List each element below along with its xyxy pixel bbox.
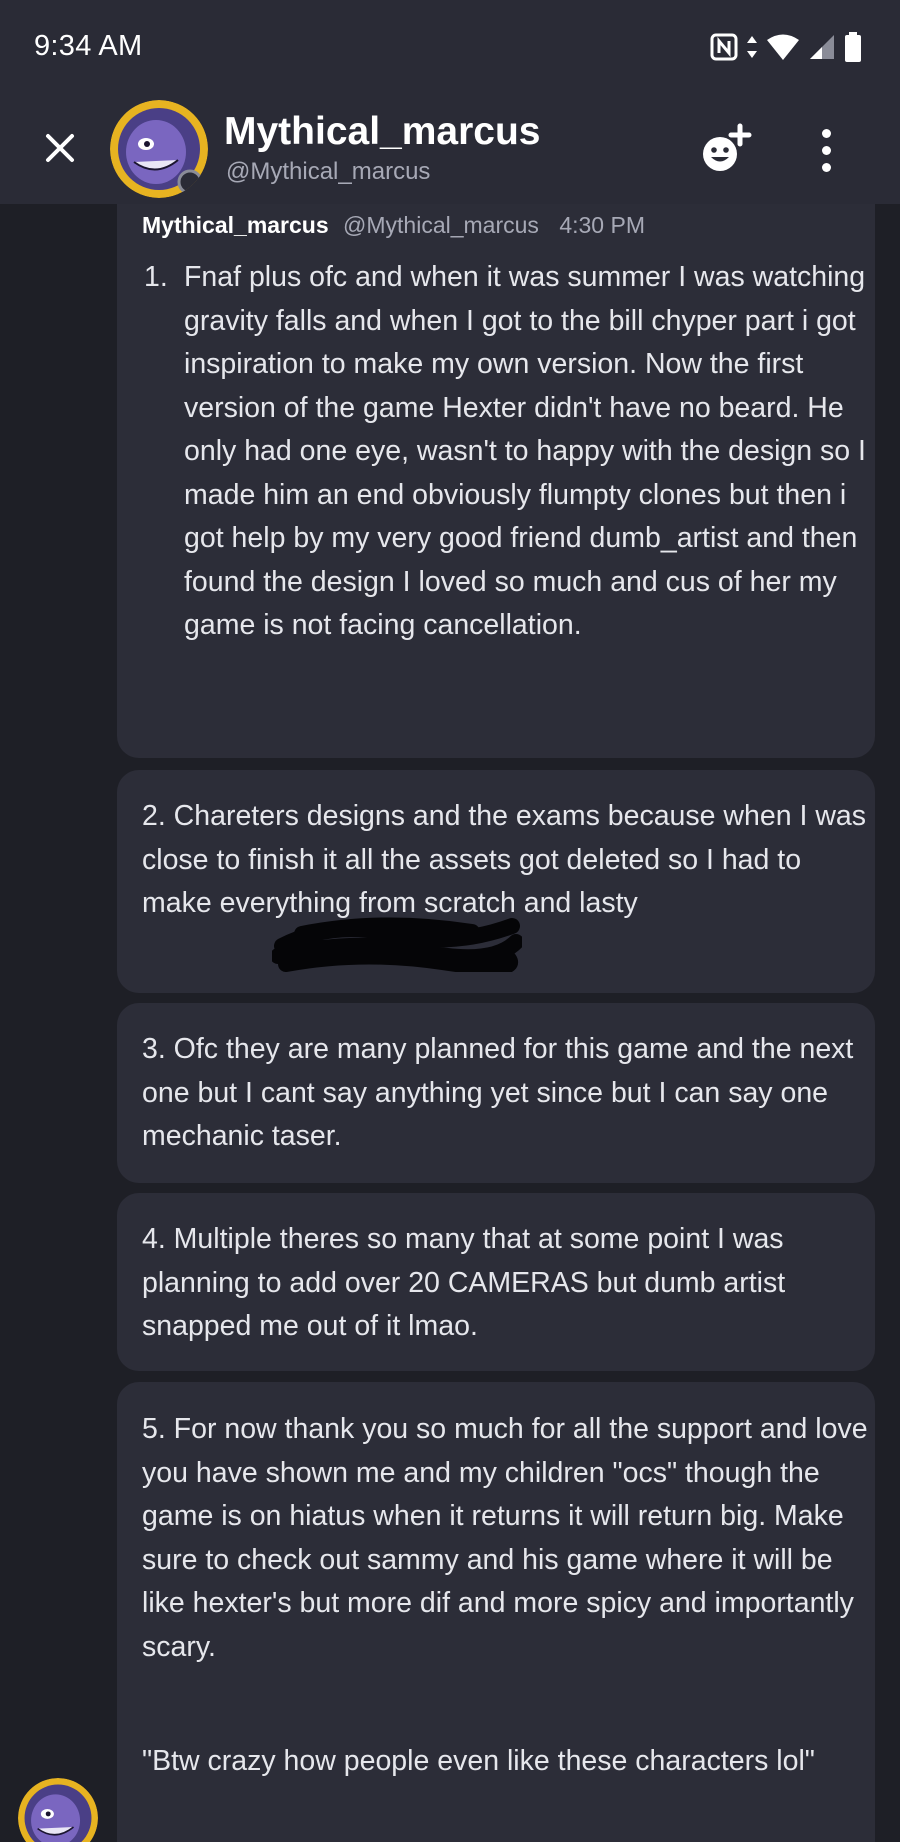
message-item-2: 2. Chareters designs and the exams becau… — [142, 800, 866, 919]
add-reaction-button[interactable] — [696, 120, 756, 180]
message-handle: @Mythical_marcus — [343, 212, 539, 238]
signal-icon — [810, 35, 834, 59]
message-avatar[interactable] — [18, 1778, 98, 1842]
status-time: 9:34 AM — [34, 30, 143, 62]
avatar[interactable] — [110, 100, 208, 198]
chat-header: Mythical_marcus @Mythical_marcus — [0, 100, 900, 204]
message-quote: "Btw crazy how people even like these ch… — [142, 1745, 815, 1777]
add-reaction-icon — [703, 123, 752, 171]
message-item-3: 3. Ofc they are many planned for this ga… — [142, 1033, 854, 1152]
nfc-icon — [710, 33, 738, 61]
status-bar: 9:34 AM — [0, 0, 900, 100]
message-meta: Mythical_marcus @Mythical_marcus 4:30 PM — [142, 212, 645, 239]
avatar-image-small — [18, 1778, 98, 1842]
close-button[interactable] — [36, 124, 84, 172]
avatar-image — [110, 100, 208, 198]
wifi-icon — [767, 34, 799, 60]
message-text: Fnaf plus ofc and when it was summer I w… — [184, 261, 866, 641]
page-subtitle: @Mythical_marcus — [226, 158, 431, 185]
more-options-icon — [821, 128, 831, 138]
close-icon — [46, 134, 74, 162]
data-arrows-icon — [747, 36, 757, 58]
more-options-button[interactable] — [808, 122, 844, 178]
message-timestamp: 4:30 PM — [559, 212, 645, 238]
battery-icon — [845, 32, 861, 62]
status-icons — [710, 32, 862, 62]
redaction-scribble — [272, 917, 522, 972]
message-author[interactable]: Mythical_marcus — [142, 212, 329, 238]
page-title: Mythical_marcus — [224, 110, 541, 153]
list-number: 1. — [144, 261, 168, 293]
message-item-5: 5. For now thank you so much for all the… — [142, 1413, 868, 1663]
message-item-4: 4. Multiple theres so many that at some … — [142, 1223, 786, 1342]
